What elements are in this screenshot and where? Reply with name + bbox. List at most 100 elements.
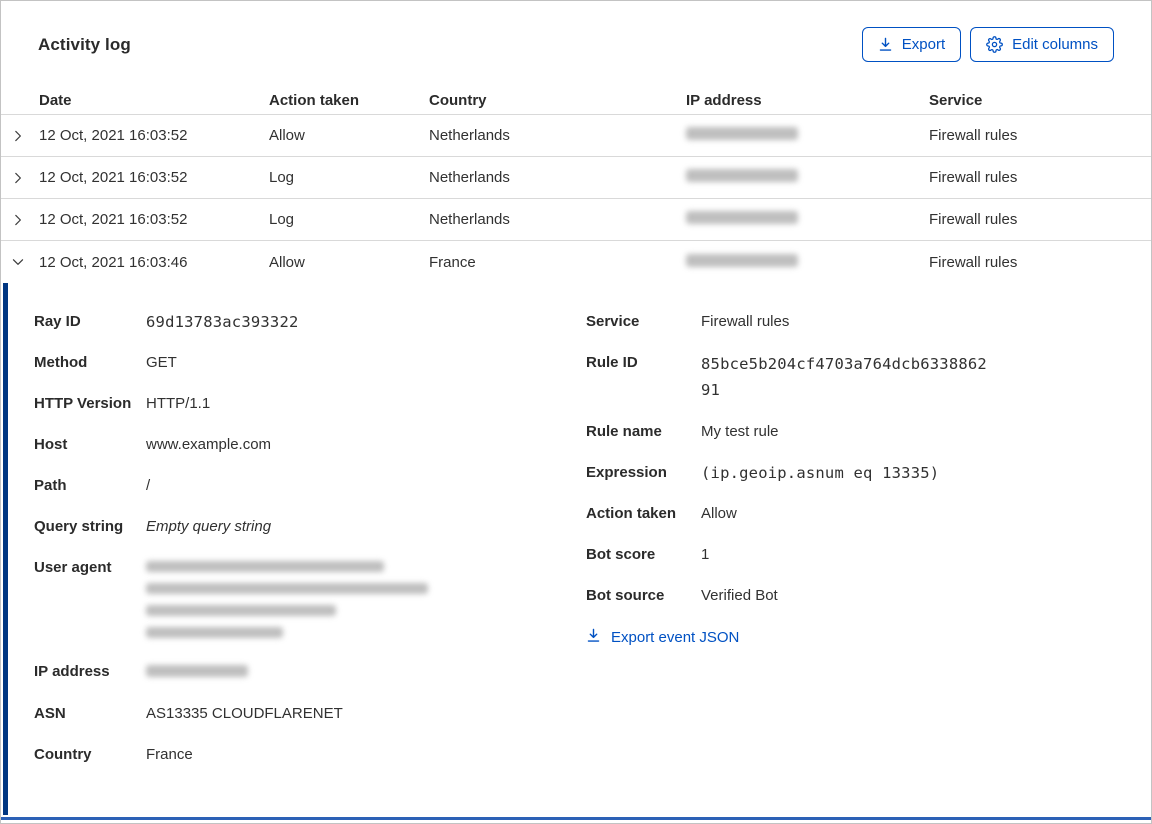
topbar: Activity log Export Edit columns bbox=[1, 1, 1151, 62]
chevron-right-icon bbox=[11, 129, 25, 143]
field-label: Bot source bbox=[586, 587, 665, 604]
field-label: HTTP Version bbox=[34, 395, 132, 412]
cell-date: 12 Oct, 2021 16:03:46 bbox=[39, 253, 188, 271]
detail-field-ip-address: IP address bbox=[34, 660, 553, 685]
field-value: AS13335 CLOUDFLARENET bbox=[146, 705, 343, 722]
field-value: 1 bbox=[701, 546, 710, 563]
table-row-expanded[interactable]: 12 Oct, 2021 16:03:46 Allow France Firew… bbox=[1, 241, 1151, 283]
expand-row-button[interactable] bbox=[1, 171, 39, 185]
detail-field-ray-id: Ray ID 69d13783ac393322 bbox=[34, 310, 553, 334]
event-detail-panel: Ray ID 69d13783ac393322 Method GET HTTP … bbox=[1, 283, 1151, 815]
export-event-json-label: Export event JSON bbox=[611, 629, 740, 646]
table-row[interactable]: 12 Oct, 2021 16:03:52 Log Netherlands Fi… bbox=[1, 157, 1151, 199]
detail-left-column: Ray ID 69d13783ac393322 Method GET HTTP … bbox=[1, 310, 553, 784]
table-row[interactable]: 12 Oct, 2021 16:03:52 Allow Netherlands … bbox=[1, 115, 1151, 157]
field-label: Query string bbox=[34, 518, 124, 535]
download-icon bbox=[878, 37, 893, 52]
field-label: Country bbox=[34, 746, 92, 763]
field-label: Path bbox=[34, 477, 67, 494]
expand-row-button[interactable] bbox=[1, 213, 39, 227]
field-label: Bot score bbox=[586, 546, 656, 563]
field-label: IP address bbox=[34, 663, 110, 680]
field-value: GET bbox=[146, 354, 177, 371]
column-header-country: Country bbox=[429, 91, 487, 109]
redacted-line bbox=[146, 561, 384, 572]
detail-field-action-taken: Action taken Allow bbox=[586, 502, 1151, 526]
page-title: Activity log bbox=[38, 34, 131, 54]
detail-field-user-agent: User agent bbox=[34, 556, 553, 638]
redacted-line bbox=[146, 665, 248, 677]
field-value: / bbox=[146, 477, 151, 494]
cell-service: Firewall rules bbox=[929, 169, 1018, 186]
field-value: Verified Bot bbox=[701, 587, 778, 604]
detail-field-service: Service Firewall rules bbox=[586, 310, 1151, 334]
download-icon bbox=[586, 628, 601, 647]
field-label: Ray ID bbox=[34, 313, 81, 330]
field-label: Host bbox=[34, 436, 68, 453]
redacted-ip-value bbox=[686, 253, 798, 267]
cell-service: Firewall rules bbox=[929, 127, 1018, 144]
cell-country: Netherlands bbox=[429, 211, 510, 228]
gear-icon bbox=[986, 36, 1004, 53]
field-value: (ip.geoip.asnum eq 13335) bbox=[701, 464, 940, 482]
chevron-right-icon bbox=[11, 213, 25, 227]
redacted-ip-value bbox=[146, 660, 248, 685]
detail-field-rule-id: Rule ID 85bce5b204cf4703a764dcb633886291 bbox=[586, 351, 1151, 403]
field-label: User agent bbox=[34, 559, 112, 576]
column-header-date: Date bbox=[39, 91, 72, 109]
redacted-user-agent bbox=[146, 556, 428, 638]
panel-bottom-border bbox=[1, 817, 1151, 820]
detail-field-bot-source: Bot source Verified Bot bbox=[586, 584, 1151, 608]
field-value: Empty query string bbox=[146, 518, 272, 535]
redacted-line bbox=[146, 627, 283, 638]
cell-date: 12 Oct, 2021 16:03:52 bbox=[39, 127, 188, 144]
column-header-service: Service bbox=[929, 91, 983, 109]
detail-field-expression: Expression (ip.geoip.asnum eq 13335) bbox=[586, 461, 1151, 485]
cell-service: Firewall rules bbox=[929, 211, 1018, 228]
edit-columns-button[interactable]: Edit columns bbox=[970, 27, 1114, 62]
field-value: Allow bbox=[701, 505, 737, 522]
cell-date: 12 Oct, 2021 16:03:52 bbox=[39, 211, 188, 228]
detail-field-http-version: HTTP Version HTTP/1.1 bbox=[34, 392, 553, 416]
field-value: My test rule bbox=[701, 423, 779, 440]
redacted-ip-value bbox=[686, 127, 798, 140]
export-button[interactable]: Export bbox=[861, 27, 962, 62]
cell-ip-address bbox=[686, 211, 929, 228]
field-value: France bbox=[146, 746, 193, 763]
panel-accent-bar bbox=[3, 283, 8, 815]
cell-action-taken: Allow bbox=[269, 253, 305, 271]
field-label: ASN bbox=[34, 705, 66, 722]
column-header-action-taken: Action taken bbox=[269, 91, 360, 109]
detail-field-rule-name: Rule name My test rule bbox=[586, 420, 1151, 444]
detail-field-asn: ASN AS13335 CLOUDFLARENET bbox=[34, 702, 553, 726]
field-value: 85bce5b204cf4703a764dcb633886291 bbox=[701, 355, 987, 399]
activity-log-panel: Activity log Export Edit columns Date Ac… bbox=[0, 0, 1152, 824]
redacted-line bbox=[146, 605, 336, 616]
toolbar-actions: Export Edit columns bbox=[861, 27, 1114, 62]
detail-field-country: Country France bbox=[34, 743, 553, 767]
redacted-ip-value bbox=[686, 211, 798, 224]
cell-action-taken: Log bbox=[269, 211, 295, 228]
cell-country: Netherlands bbox=[429, 169, 510, 186]
field-value: HTTP/1.1 bbox=[146, 395, 211, 412]
cell-ip-address bbox=[686, 127, 929, 144]
cell-date: 12 Oct, 2021 16:03:52 bbox=[39, 169, 188, 186]
table-row[interactable]: 12 Oct, 2021 16:03:52 Log Netherlands Fi… bbox=[1, 199, 1151, 241]
cell-service: Firewall rules bbox=[929, 253, 1018, 271]
field-value: 69d13783ac393322 bbox=[146, 313, 299, 331]
field-label: Rule name bbox=[586, 423, 662, 440]
detail-field-method: Method GET bbox=[34, 351, 553, 375]
expand-row-button[interactable] bbox=[1, 129, 39, 143]
chevron-right-icon bbox=[11, 171, 25, 185]
field-label: Expression bbox=[586, 464, 667, 481]
field-label: Method bbox=[34, 354, 88, 371]
detail-field-query-string: Query string Empty query string bbox=[34, 515, 553, 539]
cell-country: Netherlands bbox=[429, 127, 510, 144]
edit-columns-button-label: Edit columns bbox=[1012, 36, 1098, 53]
detail-field-bot-score: Bot score 1 bbox=[586, 543, 1151, 567]
export-event-json-link[interactable]: Export event JSON bbox=[586, 628, 739, 647]
redacted-ip-value bbox=[686, 169, 798, 182]
cell-action-taken: Allow bbox=[269, 127, 305, 144]
collapse-row-button[interactable] bbox=[1, 255, 39, 269]
chevron-down-icon bbox=[11, 255, 25, 269]
